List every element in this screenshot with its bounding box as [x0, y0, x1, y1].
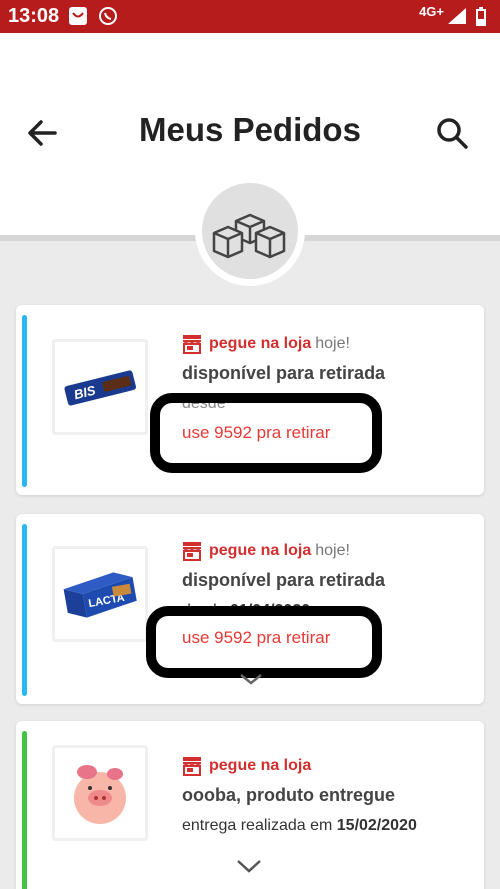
- product-image: BIS: [52, 339, 148, 435]
- order-card[interactable]: pegue na loja oooba, produto entregue en…: [16, 721, 484, 889]
- search-icon[interactable]: [432, 113, 472, 153]
- order-subline-prefix: entrega realizada em: [182, 817, 337, 834]
- pickup-info: pegue na loja hoje!: [181, 331, 350, 357]
- product-image: [52, 745, 148, 841]
- product-image: LACTA: [52, 546, 148, 642]
- order-status: disponível para retirada: [182, 570, 386, 590]
- bis-product-icon: BIS: [64, 370, 136, 406]
- piggy-toy-product-icon: [74, 765, 126, 824]
- status-time: 13:08: [8, 5, 60, 27]
- page-title: Meus Pedidos: [139, 111, 361, 148]
- lacta-product-icon: LACTA: [63, 572, 137, 618]
- order-card[interactable]: BIS pegue na loja hoje! disponível para …: [16, 305, 484, 495]
- pickup-info: pegue na loja: [181, 753, 311, 779]
- order-status: disponível para retirada: [182, 363, 386, 383]
- signal-icon: [448, 8, 466, 24]
- order-card[interactable]: LACTA pegue na loja hoje! disponível par…: [16, 514, 484, 704]
- order-status-stripe: [22, 731, 27, 889]
- pickup-info: pegue na loja hoje!: [181, 538, 350, 564]
- boxes-icon: [212, 213, 286, 259]
- network-type: 4G+: [419, 4, 444, 19]
- chevron-down-icon[interactable]: [234, 857, 264, 875]
- order-status: oooba, produto entregue: [182, 785, 395, 805]
- whatsapp-icon: [99, 7, 117, 25]
- order-status-stripe: [22, 524, 27, 696]
- orders-badge: [195, 176, 305, 286]
- order-subline-date: 15/02/2020: [336, 817, 417, 834]
- pickup-label: pegue na loja: [209, 335, 312, 352]
- chevron-down-icon[interactable]: [236, 670, 266, 688]
- order-subline: entrega realizada em 15/02/2020: [182, 817, 417, 835]
- pickup-label: pegue na loja: [209, 757, 312, 774]
- store-icon: [183, 757, 201, 776]
- pickup-label: pegue na loja: [209, 542, 312, 559]
- pickup-code: use 9592 pra retirar: [182, 628, 331, 647]
- order-status-stripe: [22, 315, 27, 487]
- store-icon: [183, 542, 201, 561]
- status-bar: 13:08 4G+: [0, 0, 500, 33]
- pickup-code: use 9592 pra retirar: [182, 423, 331, 442]
- pickup-when: hoje!: [315, 542, 350, 559]
- store-icon: [183, 335, 201, 354]
- shopee-notification-icon: [69, 7, 87, 25]
- battery-icon: [476, 7, 486, 26]
- pickup-when: hoje!: [315, 335, 350, 352]
